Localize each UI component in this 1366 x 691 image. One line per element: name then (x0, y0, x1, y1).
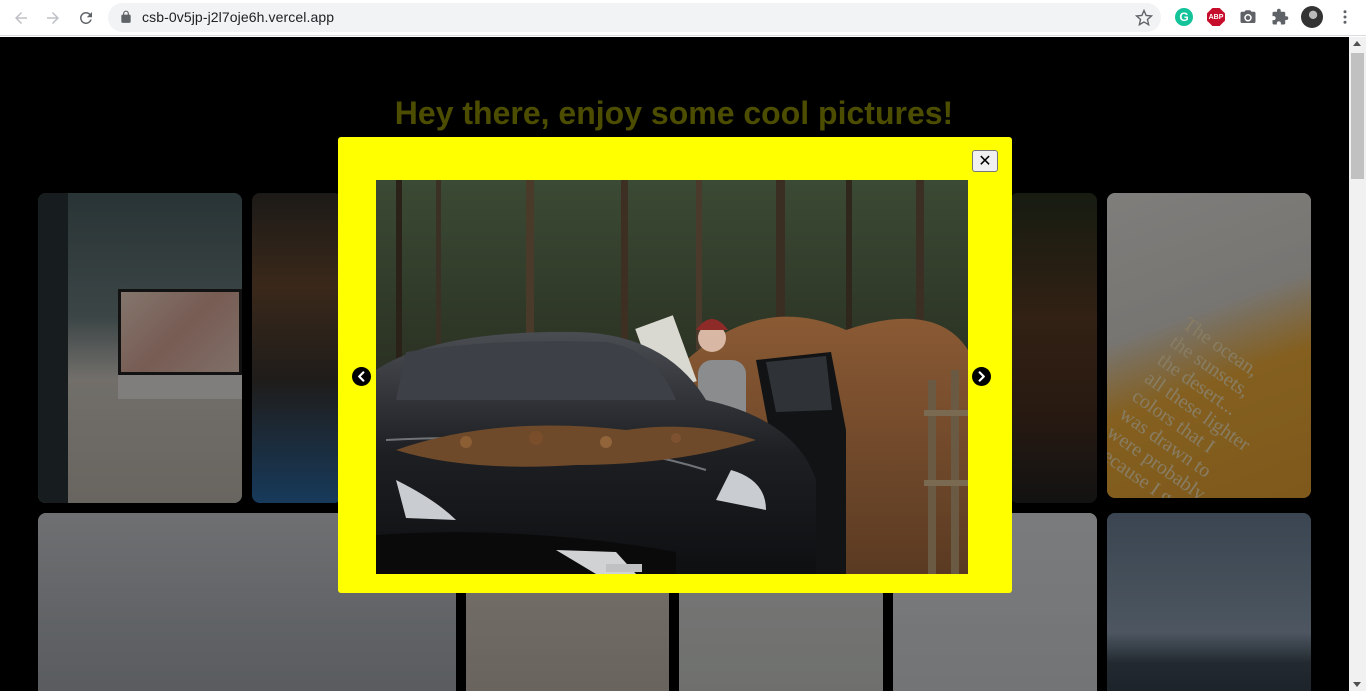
close-button[interactable]: ✕ (972, 150, 998, 172)
gallery-tile-book[interactable]: The ocean, the sunsets, the desert... al… (1107, 193, 1311, 498)
address-bar[interactable]: csb-0v5jp-j2l7oje6h.vercel.app (108, 3, 1161, 32)
forward-arrow-icon (47, 12, 59, 24)
reload-button[interactable] (73, 5, 99, 31)
chevron-right-icon (978, 371, 985, 382)
lock-icon (121, 10, 131, 23)
vertical-scrollbar[interactable] (1349, 37, 1366, 691)
page-title: Hey there, enjoy some cool pictures! (394, 95, 954, 131)
page-viewport: Hey there, enjoy some cool pictures! The… (0, 37, 1366, 691)
back-button[interactable] (8, 5, 34, 31)
puzzle-icon[interactable] (1270, 7, 1290, 27)
browser-toolbar: csb-0v5jp-j2l7oje6h.vercel.app G ABP (0, 0, 1366, 36)
scroll-up-icon[interactable] (1353, 41, 1361, 46)
forward-button[interactable] (40, 5, 66, 31)
grammarly-badge: G (1175, 8, 1193, 26)
scroll-down-icon[interactable] (1353, 682, 1361, 687)
lightbox-modal: ✕ (338, 137, 1012, 593)
back-arrow-icon (15, 12, 27, 24)
gallery-tile-man[interactable] (252, 193, 342, 503)
adblock-icon[interactable]: ABP (1206, 7, 1226, 27)
camera-icon[interactable] (1238, 7, 1258, 27)
car-forest-photo (376, 180, 968, 574)
chevron-left-icon (358, 371, 365, 382)
reload-icon (79, 11, 92, 24)
previous-button[interactable] (352, 367, 371, 386)
adblock-badge: ABP (1207, 8, 1225, 26)
gallery-tile-mountains[interactable] (1107, 513, 1311, 691)
url-text[interactable]: csb-0v5jp-j2l7oje6h.vercel.app (142, 9, 334, 25)
gallery-tile-laptop[interactable] (38, 193, 242, 503)
kebab-menu-icon[interactable] (1335, 7, 1355, 27)
scrollbar-thumb[interactable] (1351, 53, 1364, 179)
profile-avatar[interactable] (1301, 6, 1323, 28)
next-button[interactable] (972, 367, 991, 386)
star-icon[interactable] (1135, 9, 1153, 27)
page-left-edge (0, 37, 8, 691)
gallery-tile-car[interactable] (1010, 193, 1097, 503)
grammarly-icon[interactable]: G (1174, 7, 1194, 27)
lightbox-photo (376, 180, 968, 574)
